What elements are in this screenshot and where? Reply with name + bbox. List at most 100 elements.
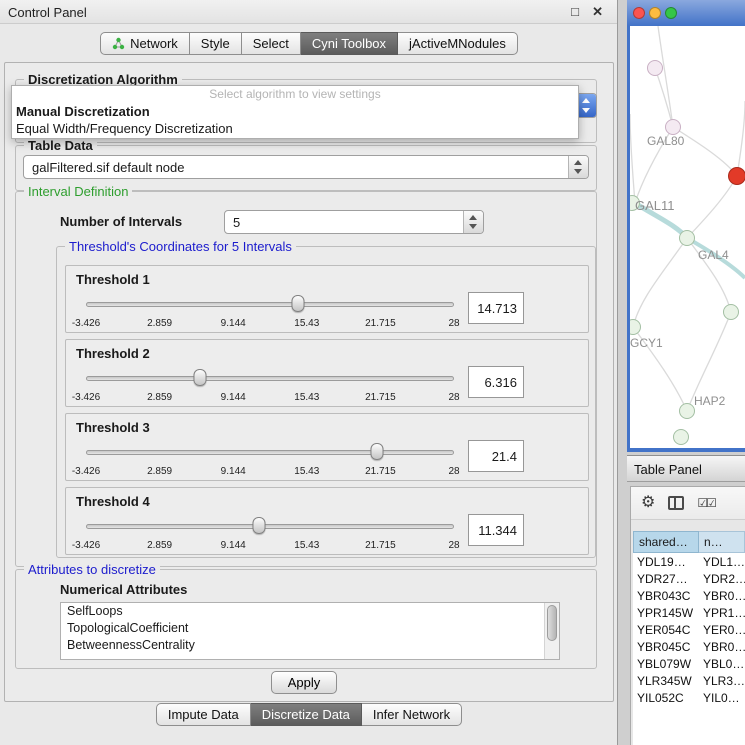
cell-shared-name: YPR145W [633,604,699,621]
cell-shared-name: YER054C [633,621,699,638]
tab-discretize-data[interactable]: Discretize Data [251,703,362,726]
threshold-3-slider[interactable] [86,442,454,464]
threshold-2-panel: Threshold 2 -3.426 2.859 9.144 15.43 21.… [65,339,589,407]
list-scrollbar[interactable] [544,603,559,659]
minimize-traffic-light-icon[interactable] [649,7,661,19]
tick-label: -3.426 [72,392,100,403]
threshold-4-panel: Threshold 4 -3.426 2.859 9.144 15.43 21.… [65,487,589,555]
interval-definition-title: Interval Definition [24,184,132,199]
slider-tick-labels: -3.426 2.859 9.144 15.43 21.715 28 [86,392,454,404]
tab-infer-network-label: Infer Network [373,707,450,722]
interval-definition-group: Interval Definition Number of Intervals … [15,191,597,567]
slider-track[interactable] [86,376,454,381]
slider-thumb[interactable] [252,517,265,534]
tick-label: 15.43 [294,318,319,329]
table-row[interactable]: YBR043C YBR0… [633,587,745,604]
columns-icon[interactable] [668,496,684,510]
network-canvas[interactable]: GAL80 GAL11 GAL4 GCY1 HAP2 [630,26,745,448]
tab-cyni-toolbox[interactable]: Cyni Toolbox [301,32,398,55]
table-row[interactable]: YBR045C YBR0… [633,638,745,655]
network-node[interactable] [647,60,663,76]
cell-name: YLR3… [699,672,745,689]
attribute-items: SelfLoops TopologicalCoefficient Between… [61,603,559,654]
node-label: GAL11 [635,198,675,213]
slider-thumb[interactable] [292,295,305,312]
zoom-traffic-light-icon[interactable] [665,7,677,19]
tick-label: -3.426 [72,540,100,551]
tick-label: 21.715 [365,318,396,329]
tab-impute-data[interactable]: Impute Data [156,703,251,726]
table-row[interactable]: YBL079W YBL0… [633,655,745,672]
column-header-shared-name[interactable]: shared… [633,531,699,553]
close-window-icon[interactable]: ✕ [592,4,603,20]
apply-button[interactable]: Apply [271,671,337,694]
threshold-1-label: Threshold 1 [76,272,150,287]
tick-label: 9.144 [221,318,246,329]
control-panel-window: Control Panel □ ✕ Network Style Select [0,0,618,745]
num-intervals-combobox[interactable]: 5 [224,210,484,234]
tick-label: 2.859 [147,466,172,477]
table-row[interactable]: YLR345W YLR3… [633,672,745,689]
algorithm-menu-item-equal-width[interactable]: Equal Width/Frequency Discretization [12,120,578,137]
tick-label: -3.426 [72,466,100,477]
tab-infer-network[interactable]: Infer Network [362,703,462,726]
network-node-selected[interactable] [728,167,745,185]
slider-track[interactable] [86,302,454,307]
network-node[interactable] [723,304,739,320]
tick-label: 28 [448,540,459,551]
threshold-3-value-field[interactable]: 21.4 [468,440,524,472]
node-label: GAL80 [647,134,684,148]
slider-track[interactable] [86,450,454,455]
threshold-1-value-field[interactable]: 14.713 [468,292,524,324]
threshold-4-value-field[interactable]: 11.344 [468,514,524,546]
table-data-combobox[interactable]: galFiltered.sif default node [23,155,589,179]
tick-label: 9.144 [221,392,246,403]
list-item[interactable]: BetweennessCentrality [61,637,559,654]
tab-network[interactable]: Network [100,32,190,55]
tick-label: 9.144 [221,540,246,551]
float-window-icon[interactable]: □ [571,4,579,19]
slider-thumb[interactable] [194,369,207,386]
slider-track[interactable] [86,524,454,529]
cell-name: YIL0… [699,689,745,706]
table-row[interactable]: YDR27… YDR2… [633,570,745,587]
table-data-stepper-icon[interactable] [568,156,588,178]
tab-jactivemodules[interactable]: jActiveMNodules [398,32,518,55]
table-row[interactable]: YDL19… YDL1… [633,553,745,570]
tab-select[interactable]: Select [242,32,301,55]
algorithm-menu-item-manual[interactable]: Manual Discretization [12,103,578,120]
tab-style[interactable]: Style [190,32,242,55]
threshold-2-value-field[interactable]: 6.316 [468,366,524,398]
column-header-name[interactable]: n… [699,531,745,553]
threshold-2-slider[interactable] [86,368,454,390]
threshold-3-label: Threshold 3 [76,420,150,435]
tick-label: 2.859 [147,540,172,551]
network-node[interactable] [673,429,689,445]
close-traffic-light-icon[interactable] [633,7,645,19]
network-node[interactable] [679,403,695,419]
threshold-3-panel: Threshold 3 -3.426 2.859 9.144 15.43 21.… [65,413,589,481]
table-row[interactable]: YIL052C YIL0… [633,689,745,706]
scrollbar-thumb[interactable] [547,605,557,641]
threshold-4-slider[interactable] [86,516,454,538]
threshold-1-slider[interactable] [86,294,454,316]
list-item[interactable]: TopologicalCoefficient [61,620,559,637]
list-item[interactable]: SelfLoops [61,603,559,620]
attributes-group-title: Attributes to discretize [24,562,160,577]
cell-name: YBR0… [699,638,745,655]
gear-icon[interactable]: ⚙ [641,495,655,511]
algorithm-dropdown-menu: Select algorithm to view settings Manual… [11,85,579,139]
threshold-2-label: Threshold 2 [76,346,150,361]
algorithm-stepper-icon[interactable] [576,94,596,117]
network-node[interactable] [665,119,681,135]
table-row[interactable]: YER054C YER0… [633,621,745,638]
network-node[interactable] [679,230,695,246]
select-columns-icon[interactable]: ☑☑ [697,496,715,510]
num-intervals-stepper-icon[interactable] [463,211,483,233]
slider-tick-labels: -3.426 2.859 9.144 15.43 21.715 28 [86,540,454,552]
num-intervals-value: 5 [233,215,240,230]
table-row[interactable]: YPR145W YPR1… [633,604,745,621]
tick-label: 9.144 [221,466,246,477]
slider-thumb[interactable] [370,443,383,460]
slider-tick-labels: -3.426 2.859 9.144 15.43 21.715 28 [86,466,454,478]
